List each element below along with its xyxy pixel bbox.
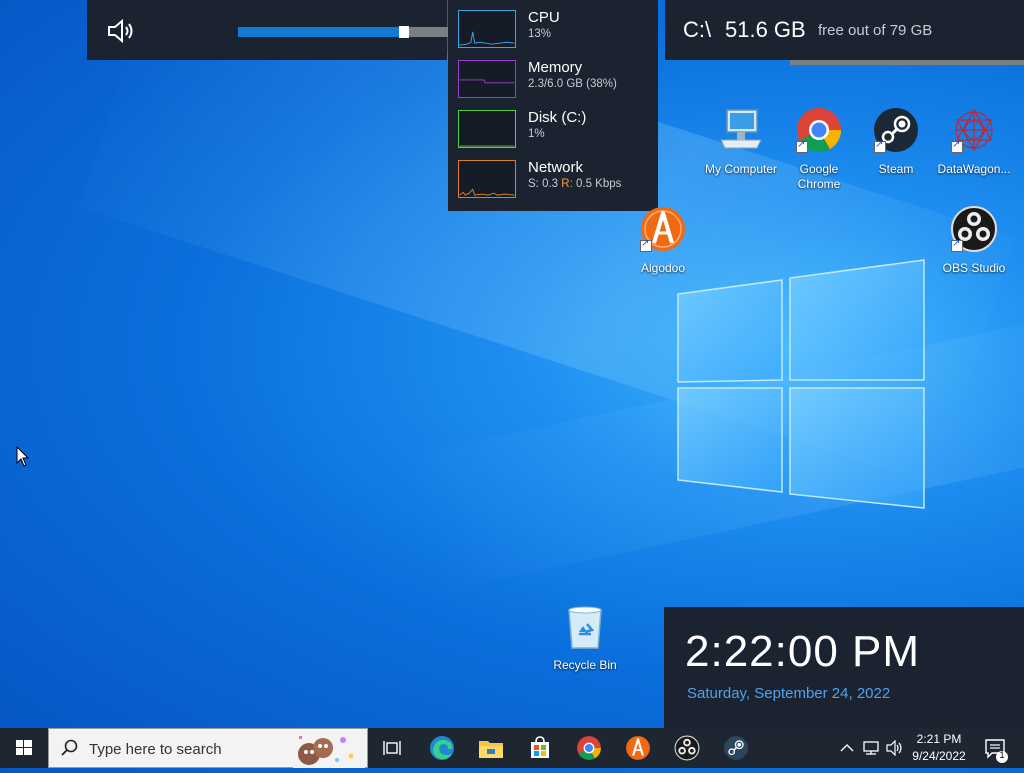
taskbar-chrome[interactable] (565, 728, 613, 768)
task-view-icon (383, 741, 401, 755)
disk-space-widget: C:\ 51.6 GB free out of 79 GB (665, 0, 1024, 60)
notification-count-badge: 1 (999, 750, 1005, 760)
file-explorer-icon (479, 741, 503, 758)
search-icon (61, 739, 78, 756)
volume-widget: 73 (87, 0, 510, 60)
perf-row-disk[interactable]: Disk (C:) 1% (448, 100, 658, 150)
network-graph (458, 160, 516, 198)
notification-icon (985, 739, 1008, 763)
disk-free-value: 51.6 GB (725, 17, 806, 42)
cpu-graph (458, 10, 516, 48)
perf-row-network[interactable]: Network S: 0.3 R: 0.5 Kbps (448, 150, 658, 200)
taskbar-edge[interactable] (418, 728, 466, 768)
perf-value: 1% (528, 128, 545, 140)
desktop-icon-label: DataWagon... (937, 162, 1011, 176)
performance-widget: CPU 13% Memory 2.3/6.0 GB (38%) Disk (C:… (448, 0, 658, 211)
algodoo-icon (626, 736, 650, 760)
network-icon (863, 741, 879, 755)
speaker-icon (886, 740, 902, 756)
perf-name: Memory (528, 59, 583, 76)
tray-time: 2:21 PM (916, 732, 962, 746)
notification-center-button[interactable]: 1 (978, 728, 1024, 768)
recycle-bin-icon (568, 606, 602, 649)
disk-drive-label: C:\ (683, 17, 712, 42)
mouse-cursor-icon (16, 446, 30, 467)
start-button[interactable] (0, 728, 48, 768)
perf-row-memory[interactable]: Memory 2.3/6.0 GB (38%) (448, 50, 658, 100)
volume-slider-fill (238, 27, 404, 37)
perf-name: Disk (C:) (528, 109, 587, 126)
windows-logo-wallpaper (677, 259, 925, 509)
store-icon (531, 736, 549, 758)
desktop-icon-label: OBS Studio (942, 261, 1006, 275)
desktop-icon-google-chrome[interactable]: Google Chrome (780, 106, 858, 192)
disk-total-text: free out of 79 GB (818, 22, 933, 39)
taskbar-algodoo[interactable] (614, 728, 662, 768)
clock-widget: 2:22:00 PM Saturday, September 24, 2022 (664, 607, 1024, 728)
desktop-icon-label: Steam (878, 162, 914, 176)
taskbar-task-view[interactable] (368, 728, 416, 768)
shortcut-arrow-icon (951, 238, 963, 252)
edge-icon (430, 736, 454, 760)
taskbar-steam[interactable] (712, 728, 760, 768)
desktop-icon-datawagon[interactable]: DataWagon... (935, 106, 1013, 177)
shortcut-arrow-icon (874, 139, 886, 153)
desktop-icon-algodoo[interactable]: Algodoo (624, 205, 702, 276)
chevron-up-icon (840, 744, 854, 752)
speaker-icon[interactable] (107, 18, 137, 44)
disk-usage-bar (790, 60, 1024, 65)
desktop-icon-label: Algodoo (640, 261, 686, 275)
memory-graph (458, 60, 516, 98)
search-highlight-art-icon (293, 730, 365, 768)
network-send-value: 0.3 (542, 178, 559, 190)
perf-value: 2.3/6.0 GB (38%) (528, 78, 617, 90)
windows-start-icon (16, 740, 32, 755)
tray-volume[interactable] (884, 728, 906, 768)
taskbar-file-explorer[interactable] (467, 728, 515, 768)
desktop-icon-my-computer[interactable]: My Computer (702, 106, 780, 177)
taskbar: Type here to search 2:21 PM 9/24/2022 1 (0, 728, 1024, 768)
taskbar-obs[interactable] (663, 728, 711, 768)
network-recv-value: 0.5 Kbps (575, 178, 622, 190)
desktop-icon-label: Google Chrome (797, 162, 841, 191)
search-placeholder: Type here to search (89, 741, 222, 758)
perf-name: Network (528, 159, 584, 176)
taskbar-store[interactable] (516, 728, 564, 768)
obs-icon (674, 735, 700, 761)
clock-time: 2:22:00 PM (685, 627, 921, 676)
desktop-icon-label: Recycle Bin (553, 658, 617, 672)
volume-slider-thumb[interactable] (399, 26, 409, 38)
network-recv-label: R: (561, 178, 573, 190)
tray-clock[interactable]: 2:21 PM 9/24/2022 (906, 731, 972, 765)
taskbar-search-box[interactable]: Type here to search (48, 728, 368, 768)
perf-value: S: 0.3 R: 0.5 Kbps (528, 178, 621, 190)
chrome-icon (577, 736, 601, 760)
tray-network[interactable] (860, 728, 882, 768)
perf-row-cpu[interactable]: CPU 13% (448, 0, 658, 50)
steam-icon (724, 736, 748, 760)
network-send-label: S: (528, 178, 539, 190)
tray-show-hidden[interactable] (836, 728, 858, 768)
desktop-icon-steam[interactable]: Steam (857, 106, 935, 177)
shortcut-arrow-icon (796, 139, 808, 153)
desktop-icon-label: My Computer (704, 162, 778, 176)
perf-value: 13% (528, 28, 552, 40)
shortcut-arrow-icon (640, 238, 652, 252)
tray-date: 9/24/2022 (912, 749, 966, 763)
desktop-icon-recycle-bin[interactable]: Recycle Bin (546, 602, 624, 673)
shortcut-arrow-icon (951, 139, 963, 153)
disk-graph (458, 110, 516, 148)
desktop-icon-obs-studio[interactable]: OBS Studio (935, 205, 1013, 276)
volume-slider[interactable] (238, 26, 466, 38)
computer-icon (720, 109, 762, 149)
perf-name: CPU (528, 9, 560, 26)
clock-date: Saturday, September 24, 2022 (687, 685, 891, 702)
